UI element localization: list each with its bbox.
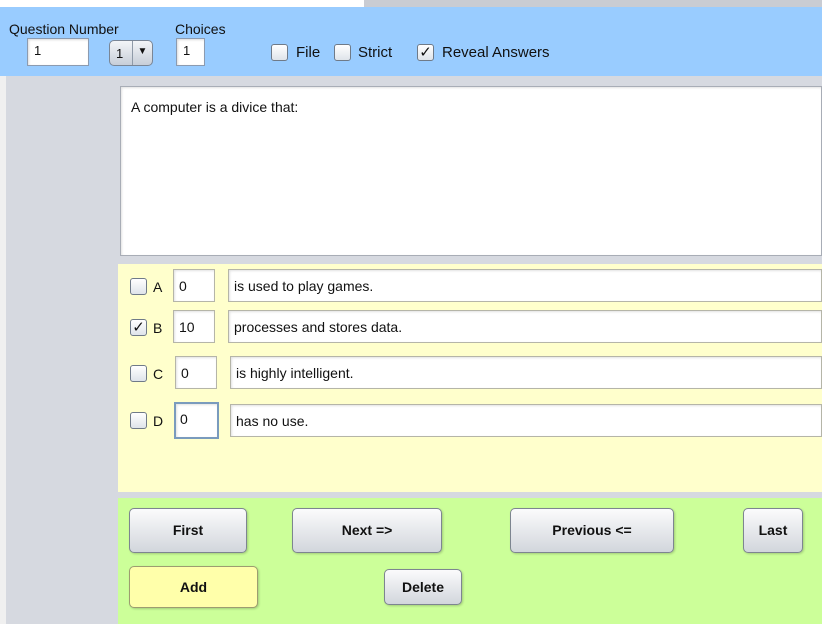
question-text-area[interactable]: A computer is a divice that: bbox=[120, 86, 822, 256]
answer-c-letter: C bbox=[153, 366, 164, 382]
answer-b-checkbox[interactable]: ✓ bbox=[130, 319, 147, 336]
next-button[interactable]: Next => bbox=[292, 508, 442, 553]
answer-b-text[interactable]: processes and stores data. bbox=[228, 310, 822, 343]
question-number-combo[interactable]: 1 ▼ bbox=[109, 40, 153, 66]
left-sidebar bbox=[0, 76, 6, 624]
choices-input[interactable]: 1 bbox=[176, 38, 205, 66]
top-strip bbox=[0, 0, 822, 7]
question-text: A computer is a divice that: bbox=[131, 99, 299, 115]
strict-checkbox[interactable] bbox=[334, 44, 351, 61]
last-button[interactable]: Last bbox=[743, 508, 803, 553]
top-strip-tab bbox=[0, 0, 364, 7]
answer-b-letter: B bbox=[153, 320, 163, 336]
file-checkbox[interactable] bbox=[271, 44, 288, 61]
answer-a-letter: A bbox=[153, 279, 163, 295]
header-panel: Question Number 1 1 ▼ Choices 1 File Str… bbox=[0, 7, 822, 76]
answer-d-text[interactable]: has no use. bbox=[230, 404, 822, 437]
reveal-answers-checkbox[interactable]: ✓ bbox=[417, 44, 434, 61]
choices-label: Choices bbox=[175, 21, 226, 37]
question-number-label: Question Number bbox=[9, 21, 119, 37]
file-label: File bbox=[296, 44, 321, 61]
add-button[interactable]: Add bbox=[129, 566, 258, 608]
reveal-answers-label: Reveal Answers bbox=[442, 44, 550, 61]
combo-value: 1 bbox=[116, 46, 124, 61]
question-number-input[interactable]: 1 bbox=[27, 38, 89, 66]
answer-c-text[interactable]: is highly intelligent. bbox=[230, 356, 822, 389]
buttons-panel: First Next => Previous <= Last Add Delet… bbox=[118, 498, 822, 624]
answer-a-points[interactable]: 0 bbox=[173, 269, 215, 302]
answer-a-checkbox[interactable] bbox=[130, 278, 147, 295]
answer-b-points[interactable]: 10 bbox=[173, 310, 215, 343]
answer-d-letter: D bbox=[153, 413, 164, 429]
answers-panel: A 0 is used to play games. ✓ B 10 proces… bbox=[118, 264, 822, 492]
answer-c-points[interactable]: 0 bbox=[175, 356, 217, 389]
previous-button[interactable]: Previous <= bbox=[510, 508, 674, 553]
answer-d-checkbox[interactable] bbox=[130, 412, 147, 429]
answer-a-text[interactable]: is used to play games. bbox=[228, 269, 822, 302]
first-button[interactable]: First bbox=[129, 508, 247, 553]
delete-button[interactable]: Delete bbox=[384, 569, 462, 605]
answer-c-checkbox[interactable] bbox=[130, 365, 147, 382]
answer-d-points[interactable]: 0 bbox=[174, 402, 219, 439]
chevron-down-icon[interactable]: ▼ bbox=[132, 41, 152, 65]
strict-label: Strict bbox=[358, 44, 393, 61]
